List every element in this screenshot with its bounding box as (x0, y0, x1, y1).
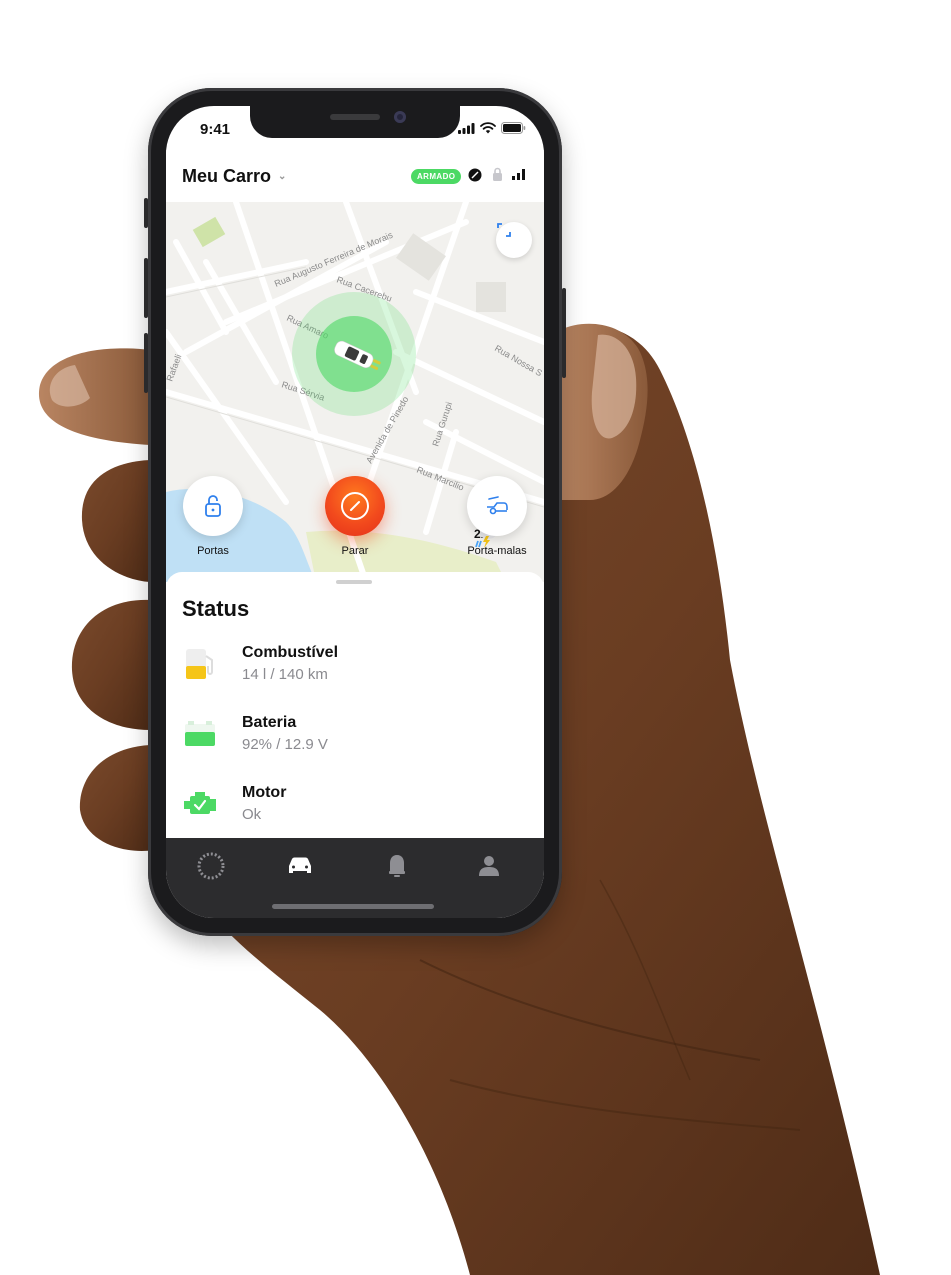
status-icons (458, 122, 526, 134)
tab-notifications[interactable] (382, 852, 412, 880)
volume-up-button (144, 258, 148, 318)
engine-name: Motor (242, 784, 287, 801)
trunk-label: Porta-malas (467, 545, 527, 557)
notch (250, 106, 460, 138)
expand-map-button[interactable] (496, 222, 532, 258)
profile-icon (479, 856, 499, 876)
front-camera (394, 111, 406, 123)
street-label: Rua Nossa S (493, 343, 544, 378)
chevron-down-icon: ⌄ (278, 171, 287, 182)
compass-icon[interactable] (468, 168, 482, 182)
phone-frame: 9:41 Meu Carro ⌄ ARMADO Rua Augusto Ferr… (144, 88, 566, 936)
fuel-pump-icon (186, 649, 213, 679)
battery-name: Bateria (242, 714, 297, 731)
engine-icon (184, 792, 216, 814)
stop-action[interactable]: Parar (315, 476, 395, 557)
trunk-icon (487, 496, 508, 515)
signal-strength-icon (512, 169, 525, 180)
stop-sign-icon (341, 492, 369, 520)
car-icon (289, 857, 311, 873)
status-sheet[interactable]: Status Combustível 14 l / 140 km Bateria (166, 572, 544, 852)
street-label: Rafaeli (166, 353, 183, 383)
armed-status-badge: ARMADO (411, 169, 462, 184)
expand-icon (497, 223, 511, 237)
lock-icon[interactable] (492, 167, 503, 182)
battery-value: 92% / 12.9 V (242, 736, 328, 753)
stop-label: Parar (341, 545, 369, 557)
tab-car[interactable] (285, 852, 315, 880)
engine-value: Ok (242, 806, 262, 823)
status-row-battery[interactable]: Bateria 92% / 12.9 V (182, 712, 522, 760)
app-header: Meu Carro ⌄ ARMADO (166, 150, 544, 202)
doors-label: Portas (197, 545, 229, 557)
cellular-signal-icon (458, 123, 475, 134)
volume-down-button (144, 333, 148, 393)
speaker-grille (330, 114, 380, 120)
doors-action[interactable]: Portas (173, 476, 253, 557)
unlock-icon (205, 495, 221, 517)
status-row-fuel[interactable]: Combustível 14 l / 140 km (182, 642, 522, 690)
stop-button[interactable] (325, 476, 385, 536)
vehicle-name: Meu Carro (182, 166, 272, 186)
trunk-button[interactable] (467, 476, 527, 536)
bell-icon (389, 855, 405, 877)
trunk-action[interactable]: Porta-malas (457, 476, 537, 557)
wifi-icon (480, 122, 496, 134)
app-screen: 9:41 Meu Carro ⌄ ARMADO Rua Augusto Ferr… (166, 106, 544, 918)
dashboard-dial-icon (197, 852, 225, 880)
mute-switch (144, 198, 148, 228)
tab-profile[interactable] (474, 852, 504, 880)
doors-button[interactable] (183, 476, 243, 536)
tab-dashboard[interactable] (196, 852, 226, 880)
battery-status-icon (501, 122, 526, 134)
fuel-value: 14 l / 140 km (242, 666, 328, 683)
clock: 9:41 (200, 121, 231, 138)
status-title: Status (182, 596, 250, 621)
vehicle-selector[interactable]: Meu Carro ⌄ (182, 166, 286, 187)
status-row-engine[interactable]: Motor Ok (182, 782, 522, 830)
park-block (192, 216, 226, 248)
home-indicator[interactable] (272, 904, 434, 909)
battery-icon (185, 721, 215, 746)
tab-bar (166, 838, 544, 918)
building-block (476, 282, 506, 312)
fuel-name: Combustível (242, 644, 339, 661)
sheet-grabber[interactable] (336, 580, 372, 584)
power-button (562, 288, 566, 378)
